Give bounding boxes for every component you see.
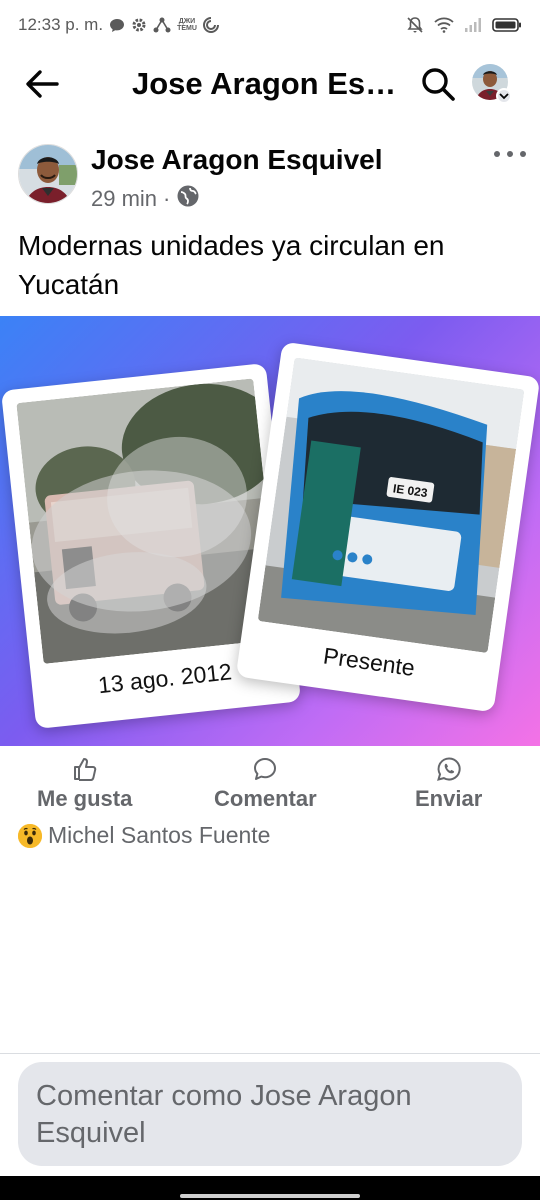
signal-icon: [464, 17, 482, 33]
post-header: Jose Aragon Esquivel 29 min ·: [0, 138, 540, 218]
reaction-names: Michel Santos Fuente: [48, 822, 271, 848]
dot-icon: [507, 151, 513, 157]
chevron-down-icon: [496, 88, 512, 104]
battery-icon: [492, 17, 522, 33]
comment-button[interactable]: Comentar: [214, 756, 317, 812]
bell-off-icon: [406, 16, 424, 34]
comment-placeholder: Comentar como Jose Aragon Esquivel: [36, 1080, 412, 1149]
post-text: Modernas unidades ya circulan en Yucatán: [18, 230, 445, 300]
thumbs-up-icon: [73, 758, 96, 781]
status-right: [406, 16, 522, 34]
post-meta: 29 min ·: [91, 184, 200, 214]
temu-icon: ДЖИ TEMU: [177, 18, 197, 32]
temu-icon-top: ДЖИ: [178, 18, 196, 25]
dot-icon: [494, 151, 500, 157]
page-title: Jose Aragon Esq…: [132, 66, 410, 101]
author-avatar[interactable]: [18, 144, 78, 204]
chat-bubble-icon: [109, 17, 125, 33]
reactions-summary[interactable]: Michel Santos Fuente: [18, 822, 270, 849]
comment-label: Comentar: [214, 786, 317, 811]
post-image[interactable]: 13 ago. 2012 IE 023 Presente: [0, 316, 540, 746]
author-name[interactable]: Jose Aragon Esquivel: [91, 144, 383, 176]
home-gesture-handle[interactable]: [180, 1194, 360, 1198]
divider: [0, 1053, 540, 1054]
like-label: Me gusta: [37, 786, 133, 811]
network-icon: [153, 17, 171, 33]
send-whatsapp-button[interactable]: Enviar: [415, 756, 482, 812]
send-label: Enviar: [415, 786, 483, 811]
like-button[interactable]: Me gusta: [37, 756, 132, 812]
status-left: 12:33 p. m. ДЖИ TEMU: [18, 15, 219, 35]
wow-emoji-icon: [18, 823, 42, 848]
back-button[interactable]: [22, 64, 62, 104]
bus-smoke-photo: [16, 378, 281, 664]
gear-icon: [131, 17, 147, 33]
profile-menu-button[interactable]: [472, 64, 514, 104]
search-icon: [422, 68, 455, 101]
dot-icon: [520, 151, 526, 157]
whatsapp-icon: [436, 757, 461, 781]
globe-icon: [176, 184, 200, 214]
wifi-icon: [434, 17, 454, 33]
app-bar: Jose Aragon Esq…: [0, 50, 540, 116]
comment-icon: [254, 758, 277, 780]
status-time: 12:33 p. m.: [18, 15, 104, 34]
search-button[interactable]: [418, 64, 458, 104]
comment-input[interactable]: Comentar como Jose Aragon Esquivel: [18, 1062, 522, 1166]
meta-separator: ·: [163, 186, 171, 211]
post-time[interactable]: 29 min: [91, 186, 157, 212]
swirl-icon: [202, 17, 219, 33]
system-nav-bar: [0, 1176, 540, 1200]
temu-icon-label: TEMU: [177, 25, 197, 32]
photo-card-after: IE 023 Presente: [235, 341, 540, 713]
more-options-button[interactable]: [494, 144, 526, 164]
status-bar: 12:33 p. m. ДЖИ TEMU: [0, 0, 540, 50]
new-bus-photo: IE 023: [257, 357, 525, 654]
post-actions: Me gusta Comentar Enviar: [0, 752, 540, 816]
arrow-left-icon: [26, 70, 59, 98]
